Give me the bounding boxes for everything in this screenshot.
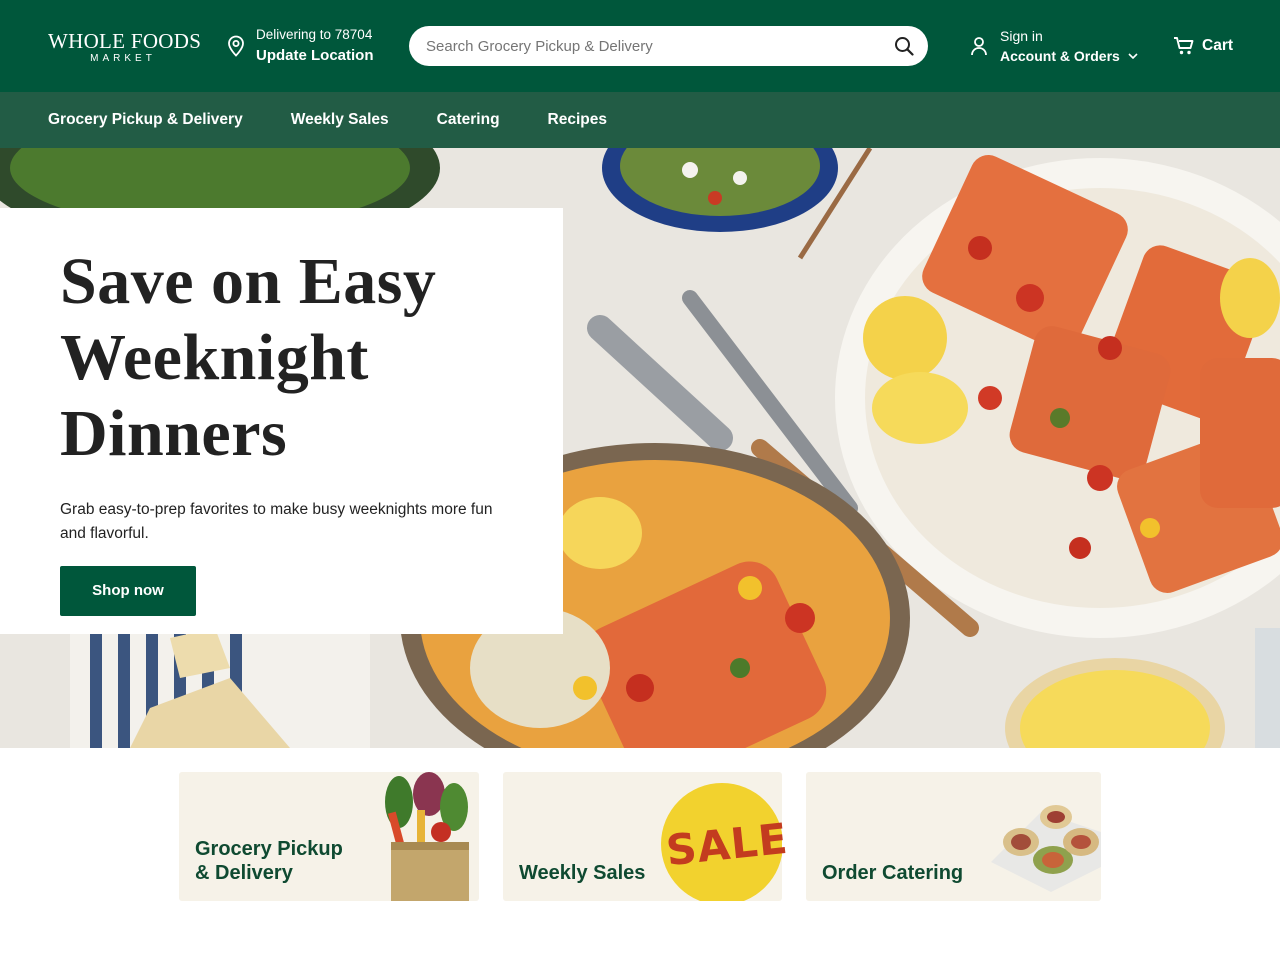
account-orders-label: Account & Orders [1000,47,1120,64]
search-icon[interactable] [894,36,914,56]
nav-item-grocery-pickup-delivery[interactable]: Grocery Pickup & Delivery [48,92,243,148]
tile-grocery-label-line2: & Delivery [195,862,293,884]
tile-grocery-pickup-delivery[interactable]: Grocery Pickup & Delivery [179,772,479,901]
nav-item-recipes[interactable]: Recipes [548,92,607,148]
main-navigation: Grocery Pickup & Delivery Weekly Sales C… [0,92,1280,148]
update-location-label: Update Location [256,47,374,64]
hero-promo-card: Save on Easy Weeknight Dinners Grab easy… [0,208,563,634]
account-menu-button[interactable]: Sign in Account & Orders [970,25,1138,67]
user-icon [971,37,987,56]
nav-item-catering[interactable]: Catering [437,92,500,148]
logo-subtitle: MARKET [90,53,156,64]
catering-wraps-image [991,805,1101,892]
search-input[interactable] [409,27,869,65]
hero-title: Save on Easy Weeknight Dinners [60,245,437,470]
chevron-down-icon [1128,52,1138,59]
hero-banner: Save on Easy Weeknight Dinners Grab easy… [0,148,1280,748]
account-orders-row: Account & Orders [1000,46,1138,66]
hero-description: Grab easy-to-prep favorites to make busy… [60,501,493,542]
search-bar [409,26,928,66]
nav-item-weekly-sales[interactable]: Weekly Sales [291,92,389,148]
sign-in-label: Sign in [1000,27,1043,44]
tile-order-catering[interactable]: Order Catering [806,772,1101,901]
cart-button[interactable]: Cart [1173,35,1233,57]
update-location-button[interactable]: Delivering to 78704 Update Location [226,24,374,68]
cart-icon [1174,37,1194,55]
shop-now-button[interactable]: Shop now [60,566,196,616]
tile-weekly-sales-label: Weekly Sales [519,862,646,884]
tile-grocery-label-line1: Grocery Pickup [195,838,343,860]
tile-order-catering-label: Order Catering [822,862,964,884]
tile-grocery-label: Grocery Pickup & Delivery [195,837,343,885]
cart-label: Cart [1202,37,1234,54]
top-header: WHOLE FOODS MARKET Delivering to 78704 U… [0,0,1280,92]
logo-wordmark: WHOLE FOODS [48,29,202,53]
delivery-zip-text: Delivering to 78704 [256,27,373,42]
grocery-bag-image [385,772,469,901]
whole-foods-logo[interactable]: WHOLE FOODS MARKET [48,29,202,68]
location-pin-icon [228,35,244,57]
